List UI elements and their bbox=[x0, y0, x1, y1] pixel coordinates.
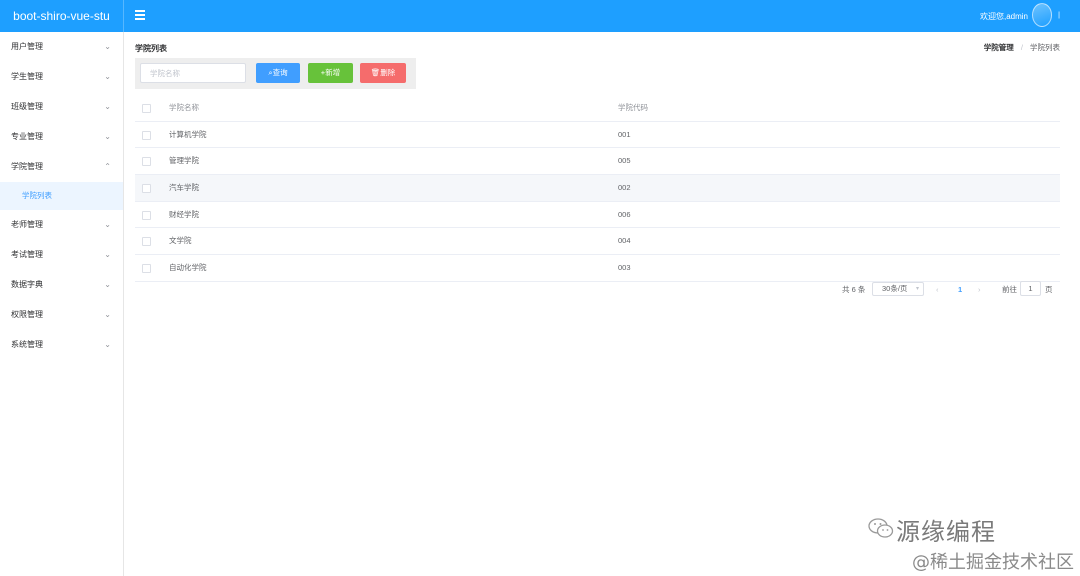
table-row[interactable]: 文学院 004 bbox=[135, 228, 1060, 256]
table-row[interactable]: 汽车学院 002 bbox=[135, 175, 1060, 202]
sidebar-item-data-dictionary[interactable]: 数据字典 ⌄ bbox=[0, 270, 123, 300]
page-suffix-label: 页 bbox=[1045, 285, 1053, 294]
college-name-cell: 自动化学院 bbox=[169, 263, 207, 273]
chevron-down-icon: ⌄ bbox=[104, 340, 111, 349]
sidebar-item-system-management[interactable]: 系统管理 ⌄ bbox=[0, 330, 123, 360]
chevron-down-icon: ⌄ bbox=[104, 42, 111, 51]
college-name-cell: 计算机学院 bbox=[169, 129, 207, 139]
page-size-select[interactable]: 30条/页 ▾ bbox=[872, 282, 924, 296]
college-table: 学院名称 学院代码 计算机学院 001 管理学院 005 汽车学院 002 财经… bbox=[135, 95, 1060, 282]
breadcrumb-separator: / bbox=[1020, 43, 1023, 52]
college-name-cell: 管理学院 bbox=[169, 156, 199, 166]
sidebar-item-permission-management[interactable]: 权限管理 ⌄ bbox=[0, 300, 123, 330]
pagination-total: 共 6 条 bbox=[842, 285, 866, 294]
add-button[interactable]: +新增 bbox=[308, 63, 353, 83]
row-checkbox[interactable] bbox=[142, 264, 151, 274]
page-size-value: 30条/页 bbox=[882, 284, 908, 293]
chevron-down-icon: ⌄ bbox=[104, 132, 111, 141]
chevron-down-icon: ⌄ bbox=[104, 280, 111, 289]
table-row[interactable]: 自动化学院 003 bbox=[135, 255, 1060, 282]
next-page-icon[interactable]: › bbox=[978, 282, 981, 298]
row-checkbox[interactable] bbox=[142, 237, 151, 247]
row-checkbox[interactable] bbox=[142, 130, 151, 140]
chevron-down-icon: ⌄ bbox=[104, 220, 111, 229]
sidebar-item-label: 系统管理 bbox=[11, 340, 43, 349]
goto-page-input[interactable] bbox=[1020, 281, 1041, 296]
sidebar-item-label: 学生管理 bbox=[11, 72, 43, 81]
sidebar-item-label: 数据字典 bbox=[11, 280, 43, 289]
sidebar: 用户管理 ⌄ 学生管理 ⌄ 班级管理 ⌄ 专业管理 ⌄ 学院管理 ⌃ 学院列表 … bbox=[0, 32, 124, 576]
wechat-icon bbox=[868, 518, 894, 538]
welcome-text: 欢迎您,admin bbox=[979, 12, 1028, 21]
trash-icon: 🗑 bbox=[370, 68, 381, 77]
watermark-subtitle: @稀土掘金技术社区 bbox=[912, 552, 1074, 573]
college-name-cell: 文学院 bbox=[169, 236, 192, 246]
sidebar-item-major-management[interactable]: 专业管理 ⌄ bbox=[0, 122, 123, 152]
sidebar-item-class-management[interactable]: 班级管理 ⌄ bbox=[0, 92, 123, 122]
avatar[interactable] bbox=[1032, 3, 1052, 27]
college-code-cell: 005 bbox=[618, 156, 631, 166]
chevron-down-icon: ⌄ bbox=[104, 102, 111, 111]
sidebar-item-label: 考试管理 bbox=[11, 250, 43, 259]
college-code-cell: 006 bbox=[618, 209, 631, 219]
breadcrumb: 学院管理 / 学院列表 bbox=[984, 42, 1060, 53]
table-row[interactable]: 计算机学院 001 bbox=[135, 122, 1060, 149]
prev-page-icon[interactable]: ‹ bbox=[936, 282, 939, 298]
chevron-down-icon: ⌄ bbox=[104, 72, 111, 81]
college-code-cell: 002 bbox=[618, 183, 631, 193]
college-code-cell: 001 bbox=[618, 129, 631, 139]
column-header-code[interactable]: 学院代码 bbox=[618, 95, 648, 121]
chevron-down-icon: ⌄ bbox=[104, 250, 111, 259]
chevron-down-icon: ▾ bbox=[915, 286, 919, 292]
search-button[interactable]: ⌕查询 bbox=[256, 63, 300, 83]
top-header: boot-shiro-vue-stu 欢迎您,admin | bbox=[0, 0, 1080, 32]
sidebar-item-label: 班级管理 bbox=[11, 102, 43, 111]
college-code-cell: 004 bbox=[618, 236, 631, 246]
sidebar-item-label: 老师管理 bbox=[11, 220, 43, 229]
sidebar-item-user-management[interactable]: 用户管理 ⌄ bbox=[0, 32, 123, 62]
college-name-search-input[interactable] bbox=[140, 63, 246, 83]
college-name-cell: 汽车学院 bbox=[169, 183, 199, 193]
college-name-cell: 财经学院 bbox=[169, 209, 199, 219]
chevron-down-icon: ⌄ bbox=[104, 310, 111, 319]
app-title[interactable]: boot-shiro-vue-stu bbox=[0, 0, 124, 32]
select-all-checkbox[interactable] bbox=[142, 104, 151, 113]
user-dropdown-icon[interactable]: | bbox=[1058, 12, 1060, 19]
row-checkbox[interactable] bbox=[142, 184, 151, 194]
row-checkbox[interactable] bbox=[142, 210, 151, 220]
add-button-label: 新增 bbox=[325, 68, 341, 77]
goto-label: 前往 bbox=[1002, 285, 1017, 294]
breadcrumb-item-college-list: 学院列表 bbox=[1030, 43, 1060, 52]
delete-button-label: 删除 bbox=[380, 68, 396, 77]
sidebar-item-teacher-management[interactable]: 老师管理 ⌄ bbox=[0, 210, 123, 240]
sidebar-subitem-college-list[interactable]: 学院列表 bbox=[0, 182, 123, 210]
sidebar-item-label: 学院管理 bbox=[11, 162, 43, 171]
breadcrumb-item-college-management[interactable]: 学院管理 bbox=[984, 43, 1014, 52]
sidebar-item-label: 专业管理 bbox=[11, 132, 43, 141]
delete-button[interactable]: 🗑删除 bbox=[360, 63, 406, 83]
chevron-up-icon: ⌃ bbox=[104, 162, 111, 171]
table-row[interactable]: 管理学院 005 bbox=[135, 148, 1060, 176]
page-number-button[interactable]: 1 bbox=[958, 282, 962, 298]
sidebar-item-label: 权限管理 bbox=[11, 310, 43, 319]
column-header-name[interactable]: 学院名称 bbox=[169, 95, 199, 121]
search-button-label: 查询 bbox=[272, 68, 288, 77]
search-toolbar: ⌕查询 +新增 🗑删除 bbox=[135, 58, 416, 89]
college-code-cell: 003 bbox=[618, 263, 631, 273]
sidebar-item-college-management[interactable]: 学院管理 ⌃ bbox=[0, 152, 123, 182]
menu-toggle-icon[interactable] bbox=[135, 10, 145, 20]
sidebar-item-label: 用户管理 bbox=[11, 42, 43, 51]
sidebar-item-student-management[interactable]: 学生管理 ⌄ bbox=[0, 62, 123, 92]
row-checkbox[interactable] bbox=[142, 157, 151, 167]
table-header-row: 学院名称 学院代码 bbox=[135, 95, 1060, 122]
table-row[interactable]: 财经学院 006 bbox=[135, 202, 1060, 229]
sidebar-item-exam-management[interactable]: 考试管理 ⌄ bbox=[0, 240, 123, 270]
watermark-title: 源缘编程 bbox=[896, 518, 996, 546]
page-title: 学院列表 bbox=[135, 44, 167, 53]
